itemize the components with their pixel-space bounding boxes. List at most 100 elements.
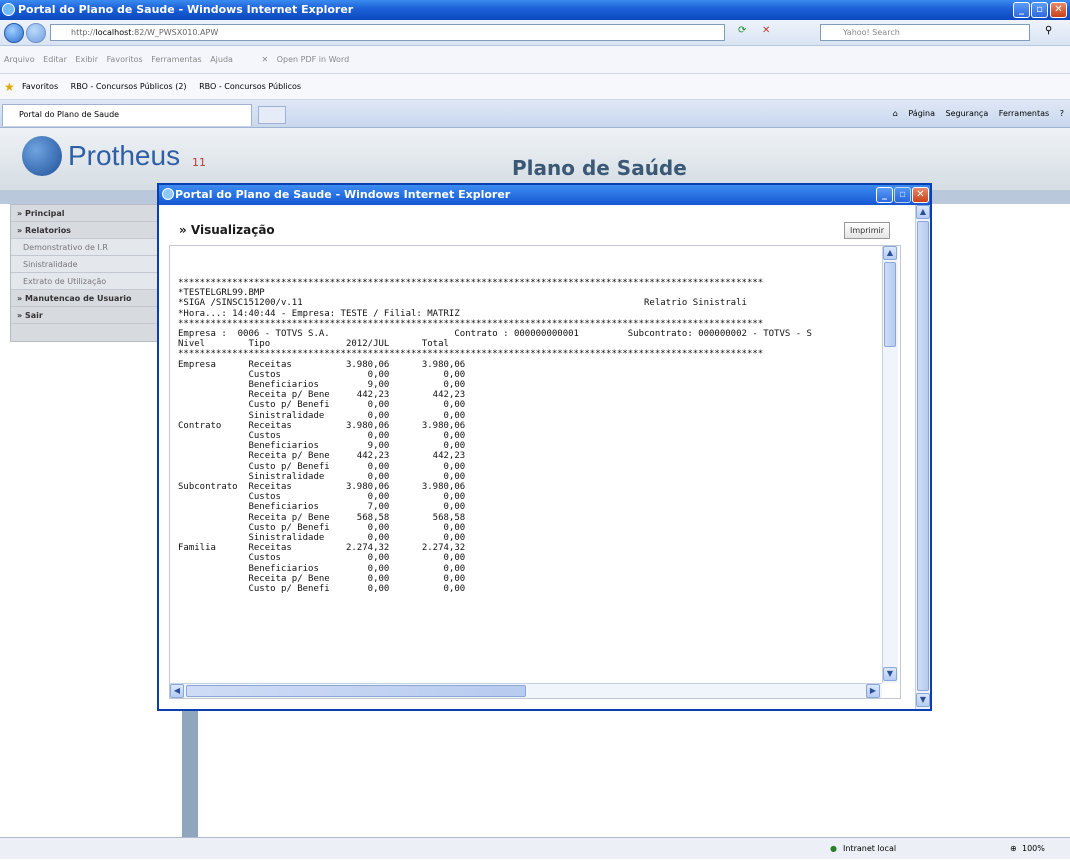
report-line: *TESTELGRL99.BMP [178, 288, 265, 299]
tab-portal[interactable]: Portal do Plano de Saude [2, 104, 252, 126]
zoom-level[interactable]: 100% [1022, 838, 1045, 860]
maximize-icon[interactable]: ▫ [1031, 2, 1048, 18]
scroll-left-icon[interactable]: ◀ [170, 684, 184, 698]
section-title: » Visualização [179, 223, 275, 237]
back-button[interactable] [4, 23, 24, 43]
protheus-logo-icon [22, 136, 62, 176]
favorite-link-2[interactable]: RBO - Concursos Públicos [199, 82, 301, 91]
forward-button[interactable] [26, 23, 46, 43]
refresh-icon[interactable]: ⟳ [738, 25, 746, 36]
report-line: Sinistralidade 0,00 0,00 [178, 410, 466, 421]
sidebar-item-relatorios[interactable]: » Relatorios [11, 222, 181, 239]
report-frame: ****************************************… [169, 245, 901, 699]
new-tab-button[interactable] [258, 106, 286, 124]
tools-menu[interactable]: Ferramentas [999, 109, 1049, 118]
favorites-bar: ★ Favoritos RBO - Concursos Públicos (2)… [0, 74, 1070, 100]
report-horizontal-scrollbar[interactable]: ◀ ▶ [170, 683, 882, 698]
star-icon: ★ [4, 80, 15, 94]
report-line: Custos 0,00 0,00 [178, 431, 466, 442]
search-input[interactable]: Yahoo! Search [820, 24, 1030, 41]
zone-label: Intranet local [843, 844, 897, 853]
popup-body: » Visualização Imprimir ****************… [159, 205, 930, 709]
menu-favoritos[interactable]: Favoritos [107, 55, 143, 64]
menu-editar[interactable]: Editar [43, 55, 67, 64]
scroll-up-icon[interactable]: ▲ [916, 205, 930, 219]
window-titlebar: Portal do Plano de Saude - Windows Inter… [0, 0, 1070, 20]
stop-icon[interactable]: ✕ [762, 25, 770, 36]
page-title: Plano de Saúde [512, 156, 687, 180]
report-line: Custos 0,00 0,00 [178, 492, 466, 503]
scroll-thumb[interactable] [884, 262, 896, 347]
menu-ajuda[interactable]: Ajuda [210, 55, 233, 64]
command-bar: ⌂ Página Segurança Ferramentas ? [885, 104, 1064, 124]
report-line: ****************************************… [178, 349, 764, 360]
address-input[interactable]: http://localhost:82/W_PWSX010.APW [50, 24, 725, 41]
address-toolbar: http://localhost:82/W_PWSX010.APW ⟳ ✕ Ya… [0, 20, 1070, 46]
scroll-thumb[interactable] [917, 221, 929, 691]
popup-close-icon[interactable]: ✕ [912, 187, 929, 203]
report-line: Beneficiarios 0,00 0,00 [178, 563, 466, 574]
report-line: Custo p/ Benefi 0,00 0,00 [178, 584, 466, 595]
report-line: ****************************************… [178, 318, 764, 329]
menu-arquivo[interactable]: Arquivo [4, 55, 35, 64]
page-menu[interactable]: Página [908, 109, 935, 118]
globe-icon: ● [830, 844, 837, 853]
open-pdf-button[interactable]: Open PDF in Word [277, 55, 349, 64]
sidebar-item-sair[interactable]: » Sair [11, 307, 181, 324]
minimize-icon[interactable]: _ [1013, 2, 1030, 18]
report-line: *SIGA /SINSC151200/v.11 Relatrio Sinistr… [178, 298, 747, 309]
report-line: Custos 0,00 0,00 [178, 369, 466, 380]
popup-titlebar: Portal do Plano de Saude - Windows Inter… [159, 185, 930, 205]
popup-minimize-icon[interactable]: _ [876, 187, 893, 203]
logo-version: 11 [192, 156, 206, 169]
favorites-button[interactable]: Favoritos [22, 82, 58, 91]
report-line: Custo p/ Benefi 0,00 0,00 [178, 461, 466, 472]
help-icon[interactable]: ? [1060, 109, 1064, 118]
report-line: Subcontrato Receitas 3.980,06 3.980,06 [178, 482, 466, 493]
popup-vertical-scrollbar[interactable]: ▲ ▼ [915, 205, 930, 709]
report-line: Custo p/ Benefi 0,00 0,00 [178, 400, 466, 411]
logo-text: Protheus [68, 140, 181, 171]
report-line: Receita p/ Bene 568,58 568,58 [178, 512, 466, 523]
sidebar-item-manutencao[interactable]: » Manutencao de Usuario [11, 290, 181, 307]
report-line: Sinistralidade 0,00 0,00 [178, 471, 466, 482]
report-vertical-scrollbar[interactable]: ▲ ▼ [882, 246, 898, 683]
status-bar: ● Intranet local ⊕ 100% [0, 837, 1070, 859]
report-line: Beneficiarios 7,00 0,00 [178, 502, 466, 513]
report-line: Beneficiarios 9,00 0,00 [178, 380, 466, 391]
report-line: Empresa : 0006 - TOTVS S.A. Contrato : 0… [178, 329, 812, 340]
menu-exibir[interactable]: Exibir [75, 55, 98, 64]
scroll-h-thumb[interactable] [186, 685, 526, 697]
popup-window: Portal do Plano de Saude - Windows Inter… [157, 183, 932, 711]
window-title: Portal do Plano de Saude - Windows Inter… [18, 3, 354, 16]
report-line: Familia Receitas 2.274,32 2.274,32 [178, 543, 466, 554]
report-line: Empresa Receitas 3.980,06 3.980,06 [178, 359, 466, 370]
report-text: ****************************************… [178, 278, 812, 594]
sidebar-item-demonstrativo[interactable]: Demonstrativo de I.R [11, 239, 181, 256]
close-icon[interactable]: ✕ [261, 55, 268, 64]
tab-bar: Portal do Plano de Saude ⌂ Página Segura… [0, 100, 1070, 128]
report-line: Receita p/ Bene 442,23 442,23 [178, 451, 466, 462]
scroll-up-icon[interactable]: ▲ [883, 246, 897, 260]
sidebar-item-principal[interactable]: » Principal [11, 205, 181, 222]
print-button[interactable]: Imprimir [844, 222, 890, 239]
close-icon[interactable]: ✕ [1050, 2, 1067, 18]
security-menu[interactable]: Segurança [946, 109, 989, 118]
scroll-right-icon[interactable]: ▶ [866, 684, 880, 698]
scroll-down-icon[interactable]: ▼ [883, 667, 897, 681]
zoom-icon: ⊕ [1010, 844, 1017, 853]
menu-ferramentas[interactable]: Ferramentas [151, 55, 201, 64]
sidebar-item-extrato[interactable]: Extrato de Utilização [11, 273, 181, 290]
report-line: Nivel Tipo 2012/JUL Total [178, 339, 449, 350]
report-line: Receita p/ Bene 0,00 0,00 [178, 573, 466, 584]
ie-icon [2, 3, 15, 16]
favorite-link-1[interactable]: RBO - Concursos Públicos (2) [71, 82, 187, 91]
search-icon[interactable]: ⚲ [1045, 25, 1052, 36]
sidebar-item-sinistralidade[interactable]: Sinistralidade [11, 256, 181, 273]
scroll-down-icon[interactable]: ▼ [916, 693, 930, 707]
popup-maximize-icon[interactable]: ▫ [894, 187, 911, 203]
report-line: *Hora...: 14:40:44 - Empresa: TESTE / Fi… [178, 308, 460, 319]
report-line: Contrato Receitas 3.980,06 3.980,06 [178, 420, 466, 431]
home-icon[interactable]: ⌂ [893, 109, 898, 118]
ie-icon [162, 188, 174, 200]
